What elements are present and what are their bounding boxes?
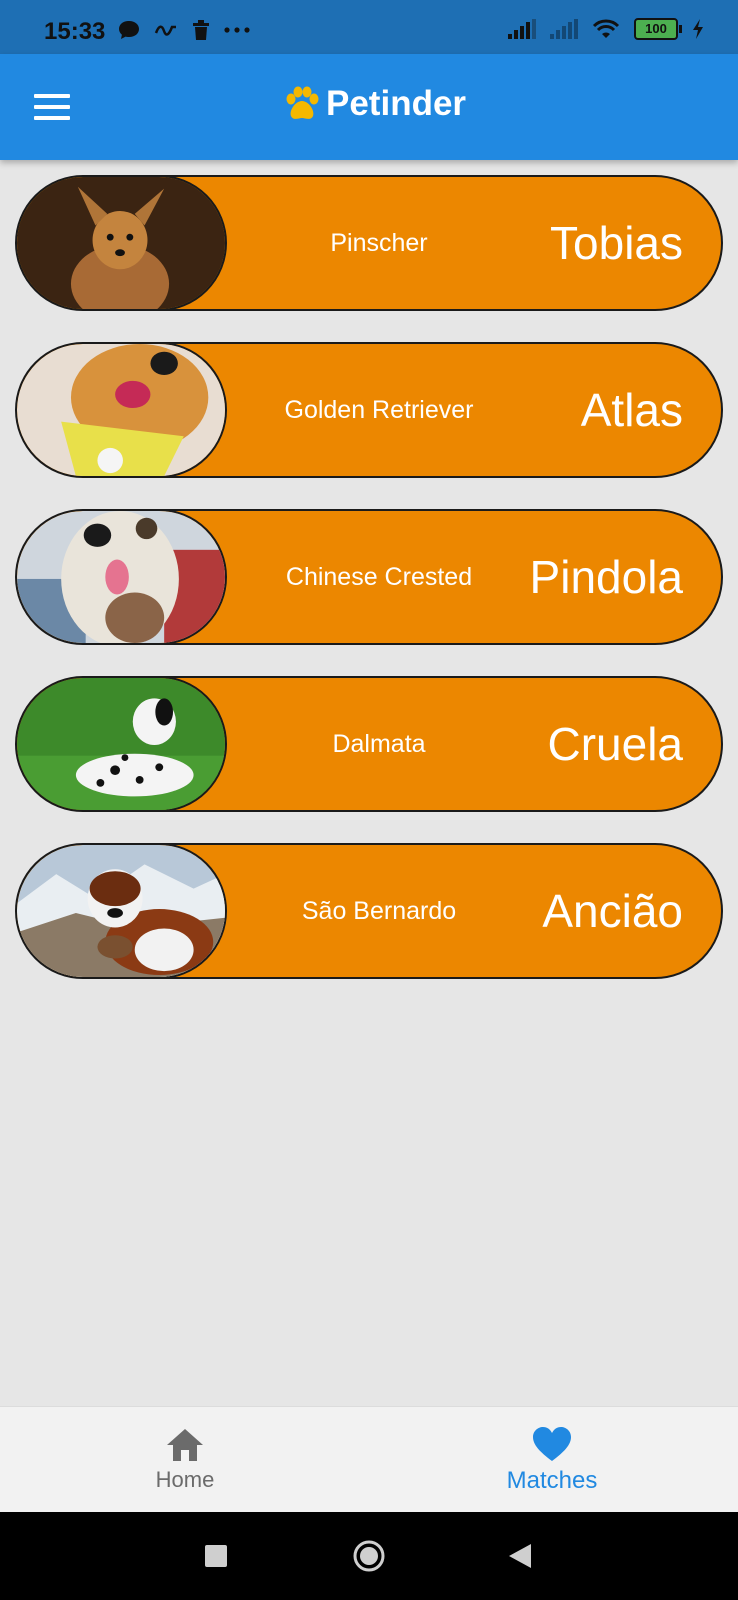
heart-icon xyxy=(533,1427,571,1461)
status-time: 15:33 xyxy=(44,18,106,45)
match-card[interactable]: Dalmata Cruela xyxy=(15,676,723,812)
match-card[interactable]: Chinese Crested Pindola xyxy=(15,509,723,645)
pet-breed: São Bernardo xyxy=(301,896,457,925)
pet-breed: Chinese Crested xyxy=(285,562,473,591)
pet-photo xyxy=(17,845,227,977)
wifi-icon xyxy=(592,19,620,38)
pet-photo xyxy=(17,511,227,643)
signal-icon xyxy=(508,19,536,39)
pet-name: Pindola xyxy=(529,551,683,603)
nav-matches[interactable]: Matches xyxy=(452,1427,652,1495)
nav-home[interactable]: Home xyxy=(85,1427,285,1493)
battery-icon: 100 xyxy=(634,18,682,40)
more-dots-icon xyxy=(224,27,250,33)
paw-icon xyxy=(286,86,319,119)
menu-icon-line xyxy=(34,116,70,120)
pet-name: Cruela xyxy=(547,718,683,770)
home-system-button[interactable] xyxy=(339,1512,399,1600)
pet-photo xyxy=(17,344,227,476)
pet-name: Tobias xyxy=(550,217,683,269)
trash-icon xyxy=(193,20,209,40)
chat-bubble-icon xyxy=(119,21,139,39)
app-notification-icon xyxy=(154,25,176,36)
app-title: Petinder xyxy=(326,84,467,123)
pet-breed: Dalmata xyxy=(332,729,426,758)
circle-icon xyxy=(353,1540,385,1572)
pet-photo xyxy=(17,177,227,309)
pet-breed: Golden Retriever xyxy=(284,395,474,424)
pet-name: Atlas xyxy=(580,384,683,436)
menu-icon-line xyxy=(34,105,70,109)
pet-name: Ancião xyxy=(542,885,683,937)
system-navigation-bar xyxy=(0,1512,738,1600)
system-status-icons: 100 xyxy=(508,18,704,40)
pet-breed: Pinscher xyxy=(330,228,428,257)
recents-button[interactable] xyxy=(186,1512,246,1600)
nav-matches-label: Matches xyxy=(506,1467,598,1494)
square-icon xyxy=(205,1545,227,1567)
home-icon xyxy=(167,1429,203,1461)
back-triangle-icon xyxy=(509,1544,531,1568)
pet-photo xyxy=(17,678,227,810)
back-button[interactable] xyxy=(490,1512,550,1600)
bottom-navigation: Home Matches xyxy=(0,1406,738,1513)
match-card[interactable]: Golden Retriever Atlas xyxy=(15,342,723,478)
app-bar: Petinder xyxy=(0,54,738,160)
menu-button[interactable] xyxy=(34,94,70,120)
nav-home-label: Home xyxy=(155,1467,215,1492)
status-bar: 15:33 100 xyxy=(0,0,738,54)
match-card[interactable]: São Bernardo Ancião xyxy=(15,843,723,979)
charging-bolt-icon xyxy=(693,19,703,39)
notification-icons xyxy=(118,20,250,40)
menu-icon-line xyxy=(34,94,70,98)
match-card[interactable]: Pinscher Tobias xyxy=(15,175,723,311)
signal-secondary-icon xyxy=(550,19,578,39)
app-brand: Petinder xyxy=(282,84,466,124)
